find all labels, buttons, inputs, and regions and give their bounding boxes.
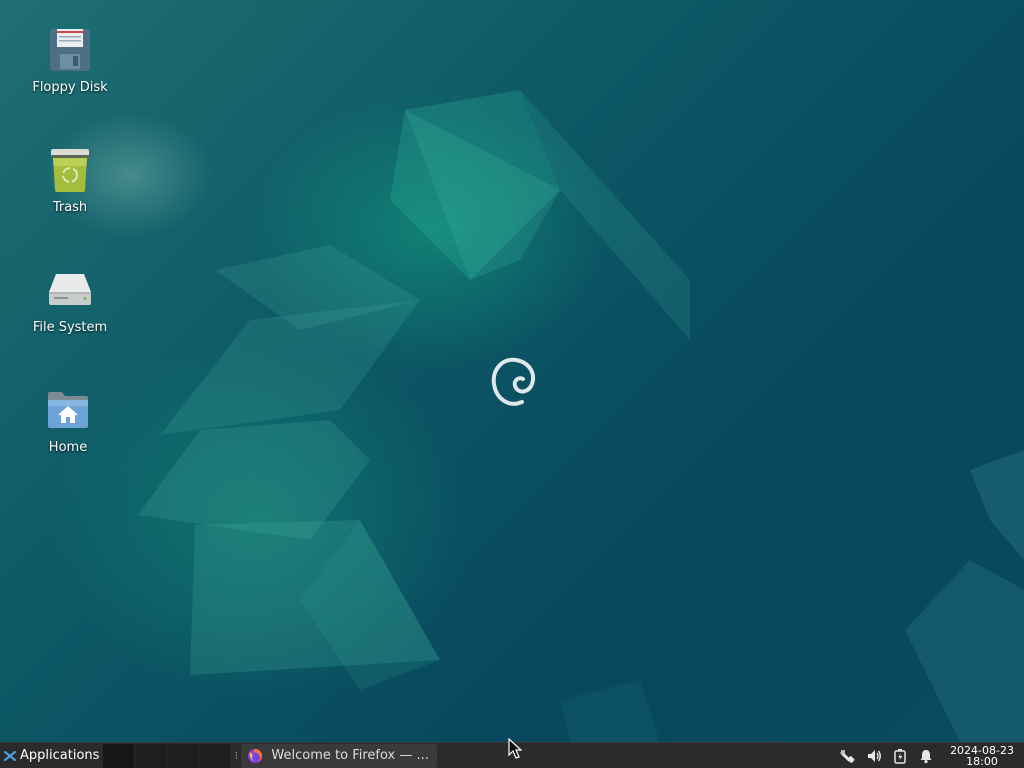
applications-menu-label: Applications [20,748,100,763]
clock[interactable]: 2024-08-23 18:00 [950,745,1014,767]
home-folder-icon [48,392,88,428]
trash-icon [51,149,89,192]
notification-bell-icon[interactable] [918,748,934,764]
battery-charging-icon[interactable] [892,748,908,764]
desktop-icon-trash[interactable]: Trash [20,146,120,215]
clock-date: 2024-08-23 [950,743,1014,757]
floppy-disk-icon [50,29,90,71]
mouse-cursor-icon [508,738,522,759]
desktop-icon-label: Floppy Disk [32,80,108,95]
desktop-icon-file-system[interactable]: File System [20,266,120,335]
desktop-icon-home[interactable]: Home [18,386,118,455]
panel-handle[interactable]: ⁝ [233,749,239,762]
xfce-menu-icon [3,750,17,761]
desktop-icon-floppy-disk[interactable]: Floppy Disk [20,26,120,95]
system-tray: 2024-08-23 18:00 [840,743,1024,768]
taskbar-window-label: Welcome to Firefox — ... [271,748,429,763]
clock-time: 18:00 [966,754,998,768]
network-wired-icon[interactable] [840,748,856,764]
workspace-4[interactable] [199,743,232,768]
hard-drive-icon [49,274,91,305]
volume-icon[interactable] [866,748,882,764]
workspace-1[interactable] [103,743,136,768]
desktop-icon-label: Trash [52,200,88,215]
firefox-icon [248,748,263,763]
applications-menu-button[interactable]: Applications [0,743,103,768]
workspace-2[interactable] [135,743,168,768]
workspace-3[interactable] [167,743,200,768]
desktop[interactable]: Floppy Disk Trash File System Home [0,0,1024,742]
desktop-icon-label: Home [48,440,88,455]
taskbar-window-firefox[interactable]: Welcome to Firefox — ... [241,743,438,768]
debian-swirl-logo [491,357,535,406]
desktop-icon-label: File System [32,320,108,335]
